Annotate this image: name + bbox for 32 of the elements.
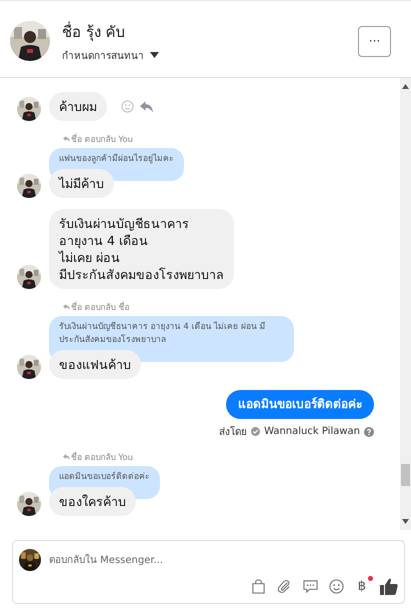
- message-bubble: ไม่มีค้าบ: [49, 169, 114, 198]
- sent-by-label: ส่งโดย: [219, 425, 248, 439]
- message-bubble: ของแฟนค้าบ: [49, 350, 141, 379]
- message-bubble: ของใครค้าบ: [49, 487, 136, 516]
- smiley-icon[interactable]: [328, 579, 344, 594]
- caret-icon[interactable]: [150, 52, 159, 58]
- message-bubble: ค้าบผม: [49, 92, 107, 121]
- more-button[interactable]: ···: [358, 26, 391, 56]
- reply-icon: [63, 454, 70, 460]
- scrollbar-thumb[interactable]: [401, 464, 410, 486]
- scroll-down-icon[interactable]: [402, 519, 409, 524]
- shopping-bag-icon[interactable]: [250, 579, 266, 594]
- thumbs-up-icon[interactable]: [380, 578, 398, 595]
- reply-label: ชื่อ ตอบกลับ You: [71, 450, 134, 464]
- reply-label: ชื่อ ตอบกลับ You: [71, 132, 134, 146]
- scroll-up-icon[interactable]: [402, 84, 409, 89]
- message-bubble: รับเงินผ่านบัญชีธนาคาร อายุงาน 4 เดือน ไม่เคย ผ่อน มีประกันสังคมของโรงพยาบาล: [49, 209, 234, 289]
- sender-name[interactable]: Wannaluck Pilawan: [264, 426, 360, 437]
- payment-button[interactable]: ฿: [354, 579, 369, 594]
- reply-icon: [63, 136, 70, 142]
- message-field[interactable]: ตอบกลับใน Messenger... ฿: [12, 540, 405, 604]
- help-icon[interactable]: [364, 426, 374, 436]
- message-bubble: แอดมินขอเบอร์ติดต่อค่ะ: [226, 390, 374, 419]
- reply-icon[interactable]: [140, 100, 153, 112]
- paperclip-icon[interactable]: [276, 579, 292, 594]
- check-icon: [251, 427, 260, 436]
- scrollbar[interactable]: [400, 78, 411, 530]
- conversation-settings-link[interactable]: กำหนดการสนทนา: [62, 48, 144, 62]
- contact-name: ชื่อ รุ้ง คับ: [62, 20, 127, 44]
- speech-bubble-icon[interactable]: [302, 579, 318, 594]
- reply-icon: [63, 304, 70, 310]
- reply-label: ชื่อ ตอบกลับ ชื่อ: [71, 300, 130, 314]
